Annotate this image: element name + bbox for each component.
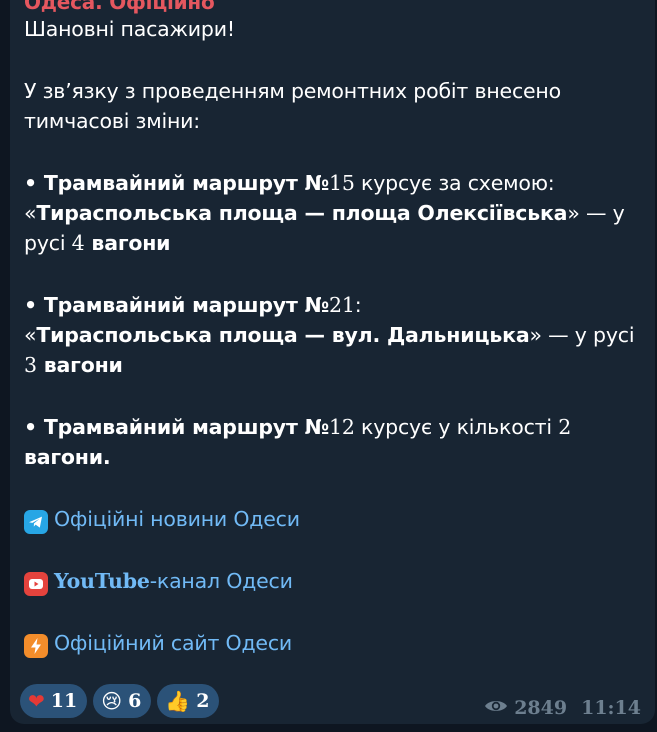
reaction-crying[interactable]: 😢 6	[93, 684, 152, 718]
reaction-thumbs-up[interactable]: 👍 2	[157, 684, 220, 718]
reactions-bar: ❤ 11 😢 6 👍 2	[20, 684, 220, 718]
route15-line-1: • Трамвайний маршрут №15 курсує за схемо…	[24, 168, 644, 198]
route15-tail: — у	[579, 201, 625, 225]
heart-icon: ❤	[28, 689, 45, 713]
eye-icon	[484, 697, 508, 719]
route12-line-1: • Трамвайний маршрут №12 курсує у кілько…	[24, 412, 644, 442]
route15-rest: курсує за схемою:	[354, 171, 555, 195]
route12-number: 12	[329, 415, 355, 439]
route21-line-3: 3 вагони	[24, 350, 644, 380]
route15-wagons: вагони	[84, 231, 171, 255]
route15-line3-pre: русі	[24, 231, 72, 255]
route15-number: 15	[329, 171, 355, 195]
link-official-news[interactable]: Офіційні новини Одеси	[54, 504, 300, 534]
link-row-site: Офіційний сайт Одеси	[24, 628, 644, 658]
route21-number: 21	[329, 293, 355, 317]
route12-count: 2	[558, 415, 572, 439]
intro-line-1: У зв’язку з проведенням ремонтних робіт …	[24, 79, 561, 103]
greeting-text: Шановні пасажири!	[24, 17, 235, 41]
link-official-site[interactable]: Офіційний сайт Одеси	[54, 628, 292, 658]
route21-title: Трамвайний маршрут №	[43, 293, 330, 317]
telegram-icon	[24, 510, 48, 534]
reaction-count: 6	[128, 690, 142, 712]
quote-open: «	[24, 201, 37, 225]
route21-wagons: вагони	[36, 353, 123, 377]
intro-line-2: тимчасові зміни:	[24, 109, 201, 133]
lightning-icon	[24, 634, 48, 658]
channel-name[interactable]: Одеса. Офіційно	[24, 0, 644, 14]
thumbs-up-icon: 👍	[165, 689, 191, 713]
bullet: •	[24, 415, 44, 439]
link-row-youtube: YouTube-канал Одеси	[24, 566, 644, 596]
route21-line-1: • Трамвайний маршрут №21:	[24, 290, 644, 320]
crying-face-icon: 😢	[101, 689, 123, 713]
route12-title: Трамвайний маршрут №	[43, 415, 330, 439]
message-time: 11:14	[581, 697, 641, 719]
message-content: Одеса. Офіційно Шановні пасажири! У зв’я…	[24, 0, 644, 658]
link-row-news: Офіційні новини Одеси	[24, 504, 644, 534]
route21-colon: :	[354, 293, 362, 317]
bullet: •	[24, 293, 44, 317]
route15-line-2: «Тираспольська площа — площа Олексіївськ…	[24, 198, 644, 228]
route15-title: Трамвайний маршрут №	[43, 171, 330, 195]
bullet: •	[24, 171, 44, 195]
route21-line-2: «Тираспольська площа — вул. Дальницька» …	[24, 320, 644, 350]
route12-rest: курсує у кількості	[354, 415, 559, 439]
reaction-count: 2	[196, 690, 210, 712]
youtube-link-rest: -канал Одеси	[149, 569, 293, 593]
link-youtube-channel[interactable]: YouTube-канал Одеси	[54, 566, 293, 596]
route12-wagons: вагони.	[24, 445, 111, 469]
reaction-heart[interactable]: ❤ 11	[20, 684, 88, 718]
view-count: 2849	[514, 697, 568, 719]
quote-close: »	[529, 323, 542, 347]
quote-open: «	[24, 323, 37, 347]
route12-line-2: вагони.	[24, 442, 644, 472]
quote-close: »	[567, 201, 580, 225]
route15-count: 4	[71, 231, 85, 255]
youtube-word: YouTube	[54, 569, 150, 593]
route21-route: Тираспольська площа — вул. Дальницька	[36, 323, 530, 347]
reaction-count: 11	[50, 690, 78, 712]
youtube-icon	[24, 572, 48, 596]
route21-tail: — у русі	[541, 323, 635, 347]
message-meta: 2849 11:14	[484, 697, 641, 719]
route15-route: Тираспольська площа — площа Олексіївська	[36, 201, 568, 225]
route15-line-3: русі 4 вагони	[24, 228, 644, 258]
route21-count: 3	[24, 353, 37, 377]
